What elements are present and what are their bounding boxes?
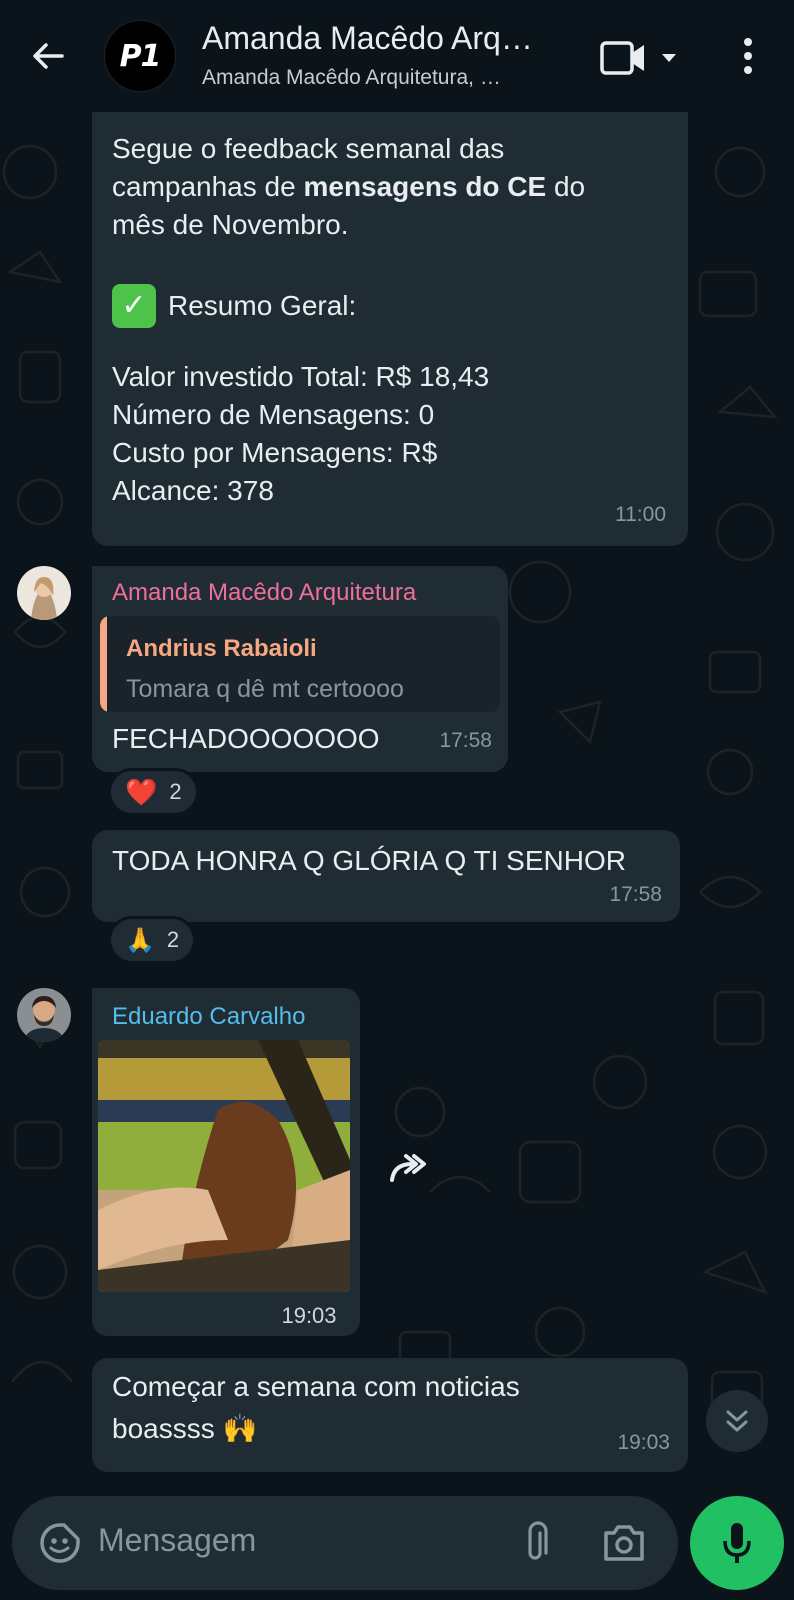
message-text-line: Começar a semana com noticias bbox=[112, 1371, 520, 1402]
quote-author: Andrius Rabaioli bbox=[126, 635, 317, 662]
message-bubble-feedback[interactable]: Segue o feedback semanal das campanhas d… bbox=[92, 112, 688, 546]
message-text-line: campanhas de mensagens do CE do bbox=[112, 171, 586, 202]
attach-icon[interactable] bbox=[520, 1521, 550, 1565]
reaction-heart[interactable]: ❤️ 2 bbox=[108, 768, 199, 816]
summary-heading: ✓ Resumo Geral: bbox=[112, 282, 672, 330]
message-text: TODA HONRA Q GLÓRIA Q TI SENHOR bbox=[112, 845, 626, 876]
message-time: 19:03 bbox=[617, 1431, 670, 1454]
stat-reach: Alcance: 378 bbox=[112, 475, 274, 506]
sender-name[interactable]: Eduardo Carvalho bbox=[112, 1002, 305, 1032]
stat-messages: Número de Mensagens: 0 bbox=[112, 399, 435, 430]
camera-icon[interactable] bbox=[602, 1523, 646, 1563]
sticker-icon[interactable] bbox=[38, 1521, 82, 1565]
quote-bar bbox=[100, 616, 107, 712]
message-time: 11:00 bbox=[615, 503, 666, 526]
pray-emoji-icon: 🙏 bbox=[125, 926, 155, 954]
sender-name[interactable]: Amanda Macêdo Arquitetura bbox=[112, 578, 416, 608]
message-bubble-praise[interactable]: TODA HONRA Q GLÓRIA Q TI SENHOR 17:58 bbox=[92, 830, 680, 922]
heart-emoji-icon: ❤️ bbox=[125, 776, 158, 807]
quote-text: Tomara q dê mt certoooo bbox=[126, 675, 404, 703]
message-text: FECHADOOOOOOO bbox=[112, 723, 380, 754]
stadium-photo[interactable] bbox=[98, 1040, 350, 1292]
message-input[interactable]: Mensagem bbox=[98, 1522, 256, 1559]
forward-icon[interactable] bbox=[378, 1140, 438, 1200]
amanda-avatar[interactable] bbox=[17, 566, 71, 620]
video-call-icon[interactable] bbox=[600, 38, 690, 78]
reaction-pray[interactable]: 🙏 2 bbox=[108, 916, 197, 964]
microphone-icon bbox=[723, 1523, 751, 1563]
message-time: 17:58 bbox=[609, 883, 662, 906]
eduardo-avatar[interactable] bbox=[17, 988, 71, 1042]
scroll-to-bottom-button[interactable] bbox=[706, 1390, 768, 1452]
reaction-count: 2 bbox=[166, 927, 180, 952]
voice-message-button[interactable] bbox=[690, 1496, 784, 1590]
chat-header: P1 Amanda Macêdo Arq… Amanda Macêdo Arqu… bbox=[0, 0, 794, 112]
message-text-line: Segue o feedback semanal das bbox=[112, 133, 505, 164]
message-time: 17:58 bbox=[439, 729, 492, 752]
back-arrow-icon[interactable] bbox=[28, 36, 68, 76]
check-emoji-icon: ✓ bbox=[112, 284, 156, 328]
chat-title[interactable]: Amanda Macêdo Arq… bbox=[202, 20, 562, 57]
chat-screen: P1 Amanda Macêdo Arq… Amanda Macêdo Arqu… bbox=[0, 0, 794, 1600]
stat-cost: Custo por Mensagens: R$ bbox=[112, 437, 438, 468]
reaction-count: 2 bbox=[169, 779, 182, 804]
image-time: 19:03 bbox=[281, 1303, 337, 1328]
message-bubble-eduardo[interactable]: Eduardo Carvalho 19:03 bbox=[92, 988, 360, 1336]
more-options-icon[interactable] bbox=[736, 34, 760, 78]
chat-subtitle[interactable]: Amanda Macêdo Arquitetura, … bbox=[202, 66, 562, 90]
message-text-line: mês de Novembro. bbox=[112, 209, 349, 240]
group-avatar[interactable]: P1 bbox=[104, 20, 176, 92]
stat-invested: Valor investido Total: R$ 18,43 bbox=[112, 361, 490, 392]
double-chevron-down-icon bbox=[726, 1410, 748, 1432]
message-text-line: boassss 🙌 bbox=[112, 1413, 258, 1444]
message-bubble-amanda[interactable]: Amanda Macêdo Arquitetura Andrius Rabaio… bbox=[92, 566, 508, 772]
image-time-badge: 19:03 bbox=[262, 1296, 356, 1336]
message-input-bar[interactable]: Mensagem bbox=[12, 1496, 678, 1590]
quoted-message[interactable]: Andrius Rabaioli Tomara q dê mt certoooo bbox=[100, 616, 500, 712]
message-bubble-week[interactable]: Começar a semana com noticias boassss 🙌 … bbox=[92, 1358, 688, 1472]
chevron-down-icon bbox=[662, 54, 676, 62]
